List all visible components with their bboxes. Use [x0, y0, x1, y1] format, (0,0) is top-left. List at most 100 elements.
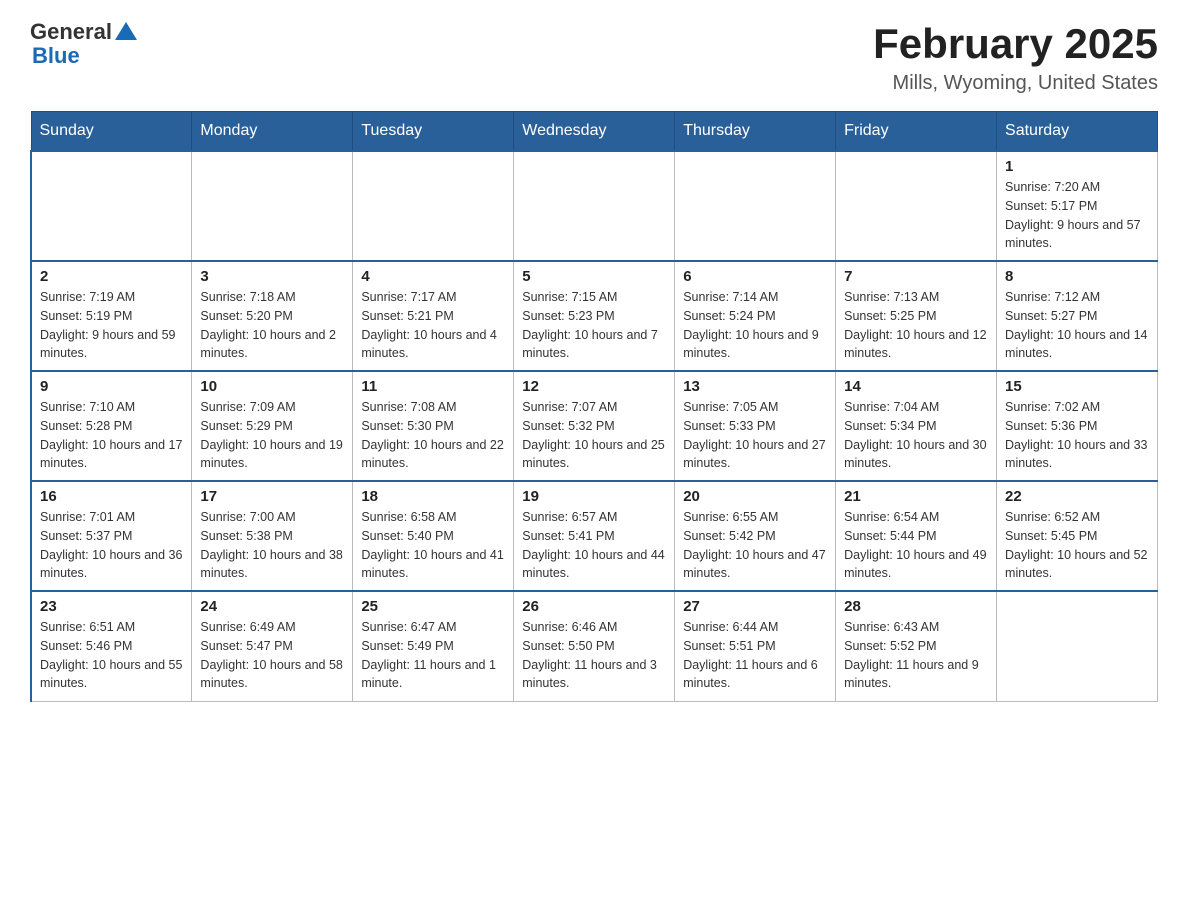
day-info: Sunrise: 7:19 AM Sunset: 5:19 PM Dayligh… — [40, 288, 183, 363]
calendar-cell: 3 Sunrise: 7:18 AM Sunset: 5:20 PM Daylig… — [192, 261, 353, 371]
day-number: 22 — [1005, 488, 1149, 505]
logo-blue-text: Blue — [32, 44, 137, 68]
day-number: 9 — [40, 378, 183, 395]
day-info: Sunrise: 7:00 AM Sunset: 5:38 PM Dayligh… — [200, 508, 344, 583]
calendar-cell: 12 Sunrise: 7:07 AM Sunset: 5:32 PM Dayli… — [514, 371, 675, 481]
day-number: 14 — [844, 378, 988, 395]
day-number: 3 — [200, 268, 344, 285]
day-number: 24 — [200, 598, 344, 615]
day-number: 16 — [40, 488, 183, 505]
day-number: 17 — [200, 488, 344, 505]
calendar-cell — [353, 151, 514, 261]
day-number: 20 — [683, 488, 827, 505]
week-row: 23Sunrise: 6:51 AM Sunset: 5:46 PM Dayli… — [31, 591, 1158, 701]
week-row: 1 Sunrise: 7:20 AM Sunset: 5:17 PM Daylig… — [31, 151, 1158, 261]
day-info: Sunrise: 7:12 AM Sunset: 5:27 PM Dayligh… — [1005, 288, 1149, 363]
calendar-cell: 15 Sunrise: 7:02 AM Sunset: 5:36 PM Dayli… — [997, 371, 1158, 481]
day-number: 7 — [844, 268, 988, 285]
calendar-cell: 6 Sunrise: 7:14 AM Sunset: 5:24 PM Daylig… — [675, 261, 836, 371]
day-info: Sunrise: 6:54 AM Sunset: 5:44 PM Dayligh… — [844, 508, 988, 583]
calendar-cell: 23Sunrise: 6:51 AM Sunset: 5:46 PM Dayli… — [31, 591, 192, 701]
calendar-cell: 14 Sunrise: 7:04 AM Sunset: 5:34 PM Dayli… — [836, 371, 997, 481]
day-number: 1 — [1005, 158, 1149, 175]
calendar-table: SundayMondayTuesdayWednesdayThursdayFrid… — [30, 111, 1158, 702]
calendar-cell — [514, 151, 675, 261]
day-of-week-header: Wednesday — [514, 112, 675, 152]
location-subtitle: Mills, Wyoming, United States — [873, 72, 1158, 95]
calendar-cell — [997, 591, 1158, 701]
calendar-cell: 20 Sunrise: 6:55 AM Sunset: 5:42 PM Dayli… — [675, 481, 836, 591]
calendar-cell: 24 Sunrise: 6:49 AM Sunset: 5:47 PM Dayli… — [192, 591, 353, 701]
day-number: 18 — [361, 488, 505, 505]
day-info: Sunrise: 6:44 AM Sunset: 5:51 PM Dayligh… — [683, 618, 827, 693]
calendar-cell: 22Sunrise: 6:52 AM Sunset: 5:45 PM Dayli… — [997, 481, 1158, 591]
day-number: 26 — [522, 598, 666, 615]
day-of-week-header: Tuesday — [353, 112, 514, 152]
calendar-cell: 26Sunrise: 6:46 AM Sunset: 5:50 PM Dayli… — [514, 591, 675, 701]
day-info: Sunrise: 7:07 AM Sunset: 5:32 PM Dayligh… — [522, 398, 666, 473]
calendar-cell: 10 Sunrise: 7:09 AM Sunset: 5:29 PM Dayli… — [192, 371, 353, 481]
day-info: Sunrise: 7:18 AM Sunset: 5:20 PM Dayligh… — [200, 288, 344, 363]
day-info: Sunrise: 6:43 AM Sunset: 5:52 PM Dayligh… — [844, 618, 988, 693]
day-of-week-header: Saturday — [997, 112, 1158, 152]
calendar-cell: 27 Sunrise: 6:44 AM Sunset: 5:51 PM Dayli… — [675, 591, 836, 701]
calendar-cell: 25 Sunrise: 6:47 AM Sunset: 5:49 PM Dayli… — [353, 591, 514, 701]
calendar-cell — [192, 151, 353, 261]
day-number: 8 — [1005, 268, 1149, 285]
calendar-cell — [675, 151, 836, 261]
day-number: 15 — [1005, 378, 1149, 395]
day-info: Sunrise: 6:58 AM Sunset: 5:40 PM Dayligh… — [361, 508, 505, 583]
day-info: Sunrise: 7:13 AM Sunset: 5:25 PM Dayligh… — [844, 288, 988, 363]
day-info: Sunrise: 6:57 AM Sunset: 5:41 PM Dayligh… — [522, 508, 666, 583]
day-info: Sunrise: 7:02 AM Sunset: 5:36 PM Dayligh… — [1005, 398, 1149, 473]
week-row: 16 Sunrise: 7:01 AM Sunset: 5:37 PM Dayli… — [31, 481, 1158, 591]
calendar-cell — [836, 151, 997, 261]
calendar-header-row: SundayMondayTuesdayWednesdayThursdayFrid… — [31, 112, 1158, 152]
calendar-cell: 1 Sunrise: 7:20 AM Sunset: 5:17 PM Daylig… — [997, 151, 1158, 261]
day-info: Sunrise: 7:05 AM Sunset: 5:33 PM Dayligh… — [683, 398, 827, 473]
day-number: 10 — [200, 378, 344, 395]
title-block: February 2025 Mills, Wyoming, United Sta… — [873, 20, 1158, 95]
day-number: 28 — [844, 598, 988, 615]
day-number: 25 — [361, 598, 505, 615]
day-number: 13 — [683, 378, 827, 395]
calendar-cell — [31, 151, 192, 261]
day-number: 19 — [522, 488, 666, 505]
calendar-cell: 18 Sunrise: 6:58 AM Sunset: 5:40 PM Dayli… — [353, 481, 514, 591]
calendar-cell: 4 Sunrise: 7:17 AM Sunset: 5:21 PM Daylig… — [353, 261, 514, 371]
month-title: February 2025 — [873, 20, 1158, 68]
day-number: 11 — [361, 378, 505, 395]
calendar-cell: 17 Sunrise: 7:00 AM Sunset: 5:38 PM Dayli… — [192, 481, 353, 591]
day-number: 12 — [522, 378, 666, 395]
day-info: Sunrise: 6:47 AM Sunset: 5:49 PM Dayligh… — [361, 618, 505, 693]
day-info: Sunrise: 7:10 AM Sunset: 5:28 PM Dayligh… — [40, 398, 183, 473]
day-number: 27 — [683, 598, 827, 615]
calendar-cell: 2 Sunrise: 7:19 AM Sunset: 5:19 PM Daylig… — [31, 261, 192, 371]
day-number: 4 — [361, 268, 505, 285]
day-info: Sunrise: 7:01 AM Sunset: 5:37 PM Dayligh… — [40, 508, 183, 583]
day-info: Sunrise: 7:14 AM Sunset: 5:24 PM Dayligh… — [683, 288, 827, 363]
day-of-week-header: Thursday — [675, 112, 836, 152]
logo-general-text: General — [30, 20, 112, 44]
day-info: Sunrise: 7:04 AM Sunset: 5:34 PM Dayligh… — [844, 398, 988, 473]
day-info: Sunrise: 7:09 AM Sunset: 5:29 PM Dayligh… — [200, 398, 344, 473]
logo: General Blue — [30, 20, 137, 68]
day-info: Sunrise: 7:15 AM Sunset: 5:23 PM Dayligh… — [522, 288, 666, 363]
day-info: Sunrise: 7:17 AM Sunset: 5:21 PM Dayligh… — [361, 288, 505, 363]
day-info: Sunrise: 6:51 AM Sunset: 5:46 PM Dayligh… — [40, 618, 183, 693]
day-number: 6 — [683, 268, 827, 285]
day-of-week-header: Sunday — [31, 112, 192, 152]
day-number: 2 — [40, 268, 183, 285]
day-of-week-header: Friday — [836, 112, 997, 152]
day-info: Sunrise: 7:08 AM Sunset: 5:30 PM Dayligh… — [361, 398, 505, 473]
day-info: Sunrise: 6:49 AM Sunset: 5:47 PM Dayligh… — [200, 618, 344, 693]
calendar-cell: 19 Sunrise: 6:57 AM Sunset: 5:41 PM Dayli… — [514, 481, 675, 591]
day-number: 21 — [844, 488, 988, 505]
week-row: 9 Sunrise: 7:10 AM Sunset: 5:28 PM Daylig… — [31, 371, 1158, 481]
calendar-cell: 11 Sunrise: 7:08 AM Sunset: 5:30 PM Dayli… — [353, 371, 514, 481]
calendar-cell: 7 Sunrise: 7:13 AM Sunset: 5:25 PM Daylig… — [836, 261, 997, 371]
page-header: General Blue February 2025 Mills, Wyomin… — [30, 20, 1158, 95]
day-info: Sunrise: 7:20 AM Sunset: 5:17 PM Dayligh… — [1005, 178, 1149, 253]
day-info: Sunrise: 6:55 AM Sunset: 5:42 PM Dayligh… — [683, 508, 827, 583]
day-number: 5 — [522, 268, 666, 285]
